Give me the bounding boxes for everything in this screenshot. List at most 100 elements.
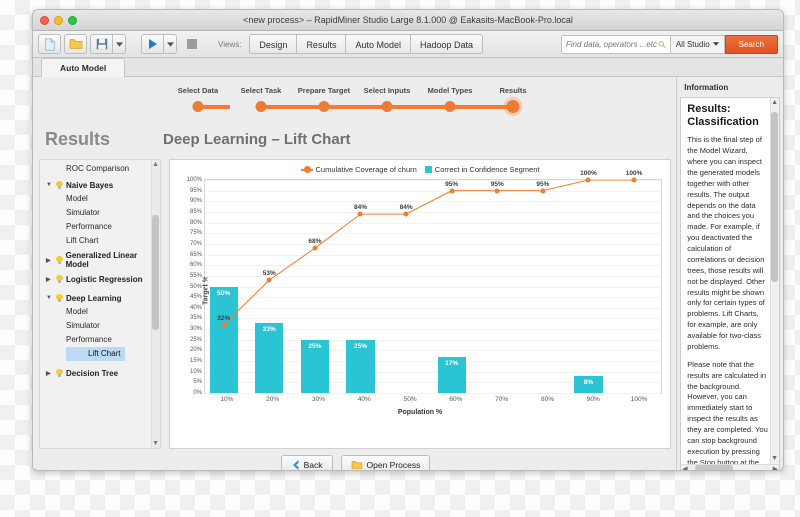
chart-line-point[interactable] bbox=[357, 211, 363, 217]
tree-item-model[interactable]: Model bbox=[44, 192, 160, 206]
information-paragraph-1: This is the final step of the Model Wiza… bbox=[687, 135, 765, 351]
tree-item-label: Performance bbox=[66, 335, 112, 344]
wizard-step-select-data[interactable]: Select Data bbox=[167, 86, 230, 114]
wizard-step-select-task[interactable]: Select Task bbox=[230, 86, 324, 114]
studio-filter-select[interactable]: All Studio bbox=[670, 34, 725, 54]
chart-line-point[interactable] bbox=[540, 188, 546, 194]
tree-scroll-thumb[interactable] bbox=[152, 215, 159, 330]
tree-item-lift-chart[interactable]: Lift Chart bbox=[44, 234, 160, 248]
tree-group-label: Generalized Linear Model bbox=[65, 251, 138, 269]
search-input[interactable] bbox=[565, 39, 658, 49]
window-controls[interactable] bbox=[40, 16, 77, 25]
view-tabs[interactable]: Design Results Auto Model Hadoop Data bbox=[249, 34, 484, 54]
scroll-down-icon[interactable]: ▼ bbox=[152, 440, 159, 447]
tree-item-simulator[interactable]: Simulator bbox=[44, 319, 160, 333]
run-button-group[interactable] bbox=[141, 34, 177, 54]
tree-item-simulator[interactable]: Simulator bbox=[44, 206, 160, 220]
tree-item-model[interactable]: Model bbox=[44, 305, 160, 319]
information-paragraph-2: Please note that the results are calcula… bbox=[687, 359, 768, 467]
tree-item-roc-comparison[interactable]: ROC Comparison bbox=[44, 164, 160, 173]
wizard-step-node[interactable] bbox=[444, 101, 456, 112]
information-heading: Results: Classification bbox=[687, 103, 759, 128]
chart-line-point[interactable] bbox=[449, 188, 455, 194]
tab-auto-model[interactable]: Auto Model bbox=[41, 58, 126, 77]
tree-group-naive-bayes[interactable]: ▼ Naive Bayes bbox=[44, 178, 160, 192]
wizard-step-node[interactable] bbox=[318, 101, 330, 112]
wizard-step-node[interactable] bbox=[506, 100, 520, 113]
chevron-right-icon[interactable]: ▶ bbox=[46, 276, 53, 283]
search-box[interactable] bbox=[560, 34, 671, 54]
y-axis-tick: 85% bbox=[189, 208, 202, 215]
title-bar: <new process> – RapidMiner Studio Large … bbox=[33, 10, 783, 31]
wizard-step-select-inputs[interactable]: Select Inputs bbox=[356, 86, 450, 114]
tree-group-logistic-regression[interactable]: ▶ Logistic Regression bbox=[44, 272, 160, 286]
results-tree[interactable]: ROC Comparison ▼ Naive Bayes Model Simulator… bbox=[39, 159, 161, 449]
information-vertical-scrollbar[interactable]: ▲ ▼ bbox=[770, 98, 779, 470]
studio-filter-label: All Studio bbox=[675, 39, 710, 49]
views-label: Views: bbox=[218, 39, 242, 49]
save-button[interactable] bbox=[90, 34, 113, 54]
maximize-button[interactable] bbox=[68, 16, 77, 25]
lightbulb-icon bbox=[56, 368, 63, 378]
save-dropdown-button[interactable] bbox=[113, 34, 126, 54]
chevron-down-icon[interactable]: ▼ bbox=[46, 182, 53, 188]
scroll-down-icon[interactable]: ▼ bbox=[771, 455, 778, 462]
view-tab-design[interactable]: Design bbox=[249, 34, 298, 54]
tree-item-performance[interactable]: Performance bbox=[44, 333, 160, 347]
view-tab-hadoop-data[interactable]: Hadoop Data bbox=[410, 34, 484, 54]
chart-line-point[interactable] bbox=[494, 188, 500, 194]
tree-item-label: Model bbox=[66, 307, 88, 316]
scroll-up-icon[interactable]: ▲ bbox=[771, 99, 778, 106]
scroll-up-icon[interactable]: ▲ bbox=[152, 161, 159, 168]
search-icon bbox=[658, 40, 666, 48]
line-value-label: 100% bbox=[625, 170, 643, 177]
tree-group-label: Naive Bayes bbox=[66, 180, 114, 190]
chart-line-point[interactable] bbox=[631, 177, 637, 183]
wizard-step-node[interactable] bbox=[381, 101, 393, 112]
y-axis-tick: 40% bbox=[189, 304, 202, 311]
view-tab-results[interactable]: Results bbox=[297, 34, 347, 54]
close-button[interactable] bbox=[40, 16, 49, 25]
new-process-button[interactable] bbox=[38, 34, 61, 54]
chart-line-point[interactable] bbox=[266, 277, 272, 283]
wizard-step-prepare-target[interactable]: Prepare Target bbox=[293, 86, 387, 114]
stop-button[interactable] bbox=[180, 34, 203, 54]
tree-group-decision-tree[interactable]: ▶ Decision Tree bbox=[44, 366, 160, 380]
chart-line-point[interactable] bbox=[221, 322, 227, 328]
chart-line-point[interactable] bbox=[312, 245, 318, 251]
chevron-right-icon[interactable]: ▶ bbox=[46, 257, 53, 264]
x-axis-tick: 10% bbox=[220, 396, 234, 403]
chart-line-point[interactable] bbox=[585, 177, 591, 183]
tree-group-label: Decision Tree bbox=[66, 368, 119, 378]
page-title: Results bbox=[45, 129, 111, 149]
run-dropdown-button[interactable] bbox=[164, 34, 177, 54]
wizard-step-model-types[interactable]: Model Types bbox=[419, 86, 513, 114]
scroll-left-icon[interactable]: ◀ bbox=[682, 465, 687, 470]
open-process-button[interactable] bbox=[64, 34, 87, 54]
search-area: All Studio Search bbox=[560, 34, 778, 54]
wizard-step-node[interactable] bbox=[192, 101, 204, 112]
information-horizontal-scrollbar[interactable]: ◀ ▶ bbox=[681, 464, 779, 470]
chart-line-point[interactable] bbox=[403, 211, 409, 217]
save-button-group[interactable] bbox=[90, 34, 126, 54]
cumulative-coverage-line bbox=[205, 180, 661, 393]
tree-group-deep-learning[interactable]: ▼ Deep Learning bbox=[44, 291, 160, 305]
tree-item-lift-chart[interactable]: Lift Chart bbox=[44, 347, 160, 361]
open-process-button[interactable]: Open Process bbox=[340, 455, 431, 470]
run-button[interactable] bbox=[141, 34, 164, 54]
tree-group-generalized-linear-model[interactable]: ▶ Generalized Linear Model bbox=[44, 251, 160, 269]
back-button[interactable]: Back bbox=[280, 455, 333, 470]
information-hscroll-thumb[interactable] bbox=[695, 465, 734, 470]
tree-scrollbar[interactable]: ▲ ▼ bbox=[151, 160, 160, 448]
chevron-right-icon[interactable]: ▶ bbox=[46, 370, 53, 377]
wizard-step-results[interactable]: Results bbox=[482, 86, 545, 114]
view-tab-auto-model[interactable]: Auto Model bbox=[346, 34, 411, 54]
tree-item-performance[interactable]: Performance bbox=[44, 220, 160, 234]
chevron-down-icon[interactable]: ▼ bbox=[46, 295, 53, 301]
search-button[interactable]: Search bbox=[724, 34, 778, 54]
line-value-label: 68% bbox=[308, 238, 322, 246]
minimize-button[interactable] bbox=[54, 16, 63, 25]
wizard-step-node[interactable] bbox=[255, 101, 267, 112]
information-scroll-thumb[interactable] bbox=[771, 112, 778, 282]
scroll-right-icon[interactable]: ▶ bbox=[773, 465, 778, 470]
